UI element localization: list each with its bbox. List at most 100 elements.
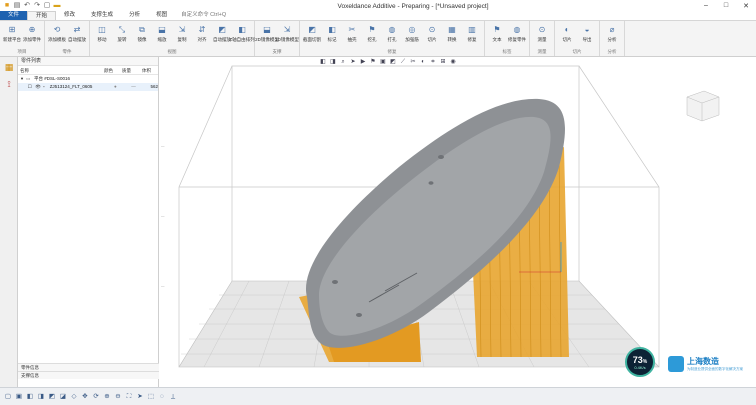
ribbon-group: ⚑ 文本 ◍ 修复零件 标签 bbox=[485, 21, 530, 56]
pan-icon[interactable]: ✥ bbox=[81, 393, 89, 401]
bottom-view-icon[interactable]: ◪ bbox=[59, 393, 67, 401]
col-volume[interactable]: 体积 bbox=[140, 66, 158, 74]
left-view-icon[interactable]: ◧ bbox=[26, 393, 34, 401]
ribbon-group: ◩ 截面切割 ◧ 标记 ✂ 抽壳 ⚑ 挖孔 ◍ 打孔 ◎ 加强筋 ⊙ 切片 ▦ 转换 ▥ 修复 修复 bbox=[300, 21, 485, 56]
ribbon-button-icon: ⌀ bbox=[609, 25, 615, 34]
part-name: ZJ513124_FLT_0605 bbox=[49, 84, 93, 89]
ribbon-button-label: 文本 bbox=[492, 37, 502, 42]
redo-icon[interactable]: ↷ bbox=[33, 2, 41, 10]
brand-logo: 上海数造 为制造业提供全面的数字化解决方案 bbox=[668, 353, 754, 375]
ribbon-button-icon: ⤡ bbox=[118, 24, 126, 34]
tab-view[interactable]: 视图 bbox=[148, 11, 175, 20]
minimize-icon[interactable]: – bbox=[696, 2, 716, 10]
svg-text:—: — bbox=[161, 284, 165, 288]
3d-viewport[interactable]: ◧ ◨ ⌕ ➤ ▶ ⚑ ▣ ◩ ⟋ ✂ ◐ ⌗ ⊞ ◉ — — — bbox=[159, 57, 756, 387]
tab-support[interactable]: 支撑生成 bbox=[83, 11, 121, 20]
checkbox[interactable]: ☐ bbox=[28, 83, 36, 91]
progress-badge: 73% 0.4K/s bbox=[625, 347, 655, 377]
ribbon-group-label: 标签 bbox=[502, 49, 512, 54]
part-info-section[interactable]: 零件信息 bbox=[18, 363, 159, 371]
table-row[interactable]: ☐ 👁 ▪ ZJ513124_FLT_0605 ● — 562 bbox=[18, 83, 158, 91]
height-ruler: — — — bbox=[161, 144, 165, 288]
ribbon-tabs: 文件 开始 修改 支撑生成 分析 视图 自定义命令 Ctrl+Q bbox=[0, 11, 756, 21]
ribbon-button-icon: ⊞ bbox=[8, 25, 16, 34]
ribbon-button-label: 挖孔 bbox=[367, 37, 377, 42]
part-color: ● bbox=[114, 84, 117, 89]
tab-modify[interactable]: 修改 bbox=[56, 11, 83, 20]
svg-text:—: — bbox=[161, 144, 165, 148]
rotate-icon[interactable]: ⟳ bbox=[92, 393, 100, 401]
top-view-icon[interactable]: ◩ bbox=[48, 393, 56, 401]
ribbon-button-label: 自动摆放 bbox=[213, 37, 231, 42]
right-view-icon[interactable]: ◨ bbox=[37, 393, 45, 401]
ribbon-button-label: 添加零件 bbox=[23, 37, 41, 42]
back-view-icon[interactable]: ▣ bbox=[15, 393, 23, 401]
ribbon-button-label: 分析 bbox=[607, 37, 617, 42]
table-row[interactable]: ▾ ▭ 平台 #DSL-S0016 bbox=[18, 75, 158, 83]
quick-access-toolbar: ■ ▤ ↶ ↷ ▢ ▬ bbox=[0, 2, 130, 10]
ribbon-button-label: 转换 bbox=[447, 37, 457, 42]
visibility-icon[interactable]: 👁 bbox=[35, 83, 43, 91]
ribbon-button-icon: ⚑ bbox=[368, 25, 376, 34]
platform-name: 平台 #DSL-S0016 bbox=[34, 76, 71, 81]
tab-analyze[interactable]: 分析 bbox=[121, 11, 148, 20]
view-cube[interactable] bbox=[686, 90, 720, 122]
ribbon-button-label: 导出 bbox=[582, 37, 592, 42]
ribbon-group-label: 测量 bbox=[537, 49, 547, 54]
ribbon-group-label: 修复 bbox=[387, 49, 397, 54]
zoom-out-icon[interactable]: ⊖ bbox=[114, 393, 122, 401]
tab-start[interactable]: 开始 bbox=[27, 11, 57, 20]
ribbon-button-icon: ⊙ bbox=[428, 25, 436, 34]
ribbon-group: ◐ 切片 ◒ 导出 切片 bbox=[555, 21, 600, 56]
col-name[interactable]: 名称 bbox=[18, 66, 102, 74]
new-file-icon[interactable]: ▢ bbox=[43, 2, 51, 10]
box-select-icon[interactable]: ⬚ bbox=[147, 393, 155, 401]
ribbon-button-label: 添加模板 bbox=[48, 37, 66, 42]
save-icon[interactable]: ▤ bbox=[13, 2, 21, 10]
logo-mark-icon bbox=[668, 356, 684, 372]
ribbon-group: ⊞ 新建平台 ⊕ 添加零件 项目 bbox=[0, 21, 45, 56]
close-icon[interactable]: ✕ bbox=[736, 2, 756, 10]
col-mass[interactable]: 质量 bbox=[120, 66, 140, 74]
open-folder-icon[interactable]: ▬ bbox=[53, 2, 61, 10]
ribbon-group: ⟲ 添加模板 ⇄ 自动摆放 零件 bbox=[45, 21, 90, 56]
select-arrow-icon[interactable]: ➤ bbox=[136, 393, 144, 401]
iso-view-icon[interactable]: ◇ bbox=[70, 393, 78, 401]
ribbon-button-icon: ⇄ bbox=[73, 25, 81, 34]
app-icon: ■ bbox=[4, 2, 10, 9]
parts-list-icon[interactable]: ▦ bbox=[3, 62, 15, 74]
ribbon-button-label: 对齐 bbox=[197, 37, 207, 42]
ribbon-button-label: 缩放 bbox=[157, 37, 167, 42]
left-sidebar: ▦ ⟟ bbox=[0, 57, 18, 387]
svg-text:—: — bbox=[161, 214, 165, 218]
command-search-hint[interactable]: 自定义命令 Ctrl+Q bbox=[181, 11, 226, 20]
ribbon-button-label: 标记 bbox=[327, 37, 337, 42]
ribbon-button-icon: ⊙ bbox=[538, 25, 546, 34]
ribbon-button-icon: ⇲ bbox=[178, 25, 186, 34]
expand-icon[interactable]: ▾ bbox=[18, 75, 26, 83]
ribbon-button-icon: ◩ bbox=[308, 25, 316, 34]
support-tree-icon[interactable]: ⟟ bbox=[3, 79, 15, 91]
ribbon-group: ⬓ 2D镜像模型 ⇲ 3D镜像模型 支撑 bbox=[255, 21, 300, 56]
ribbon-button-icon: ⚑ bbox=[493, 25, 501, 34]
ribbon-button-icon: ⬓ bbox=[263, 25, 271, 34]
measure-icon[interactable]: ⟂ bbox=[169, 393, 177, 401]
fit-icon[interactable]: ⛶ bbox=[125, 393, 133, 401]
ribbon-button-label: 切片 bbox=[562, 37, 572, 42]
zoom-in-icon[interactable]: ⊕ bbox=[103, 393, 111, 401]
platform-icon: ▭ bbox=[26, 76, 31, 81]
ribbon-group: ⊙ 测量 测量 bbox=[530, 21, 555, 56]
ribbon-button-label: 移动 bbox=[97, 37, 107, 42]
ribbon-button-label: 切片 bbox=[427, 37, 437, 42]
front-view-icon[interactable]: ▢ bbox=[4, 393, 12, 401]
maximize-icon[interactable]: □ bbox=[716, 2, 736, 10]
ribbon-group-label: 项目 bbox=[17, 49, 27, 54]
tab-file[interactable]: 文件 bbox=[0, 11, 28, 20]
support-info-section[interactable]: 支撑信息 bbox=[18, 371, 159, 379]
column-header: 名称 颜色 质量 体积 bbox=[18, 66, 158, 75]
ribbon-button-icon: ◐ bbox=[564, 25, 570, 34]
lasso-icon[interactable]: ◌ bbox=[158, 393, 166, 401]
col-color[interactable]: 颜色 bbox=[102, 66, 120, 74]
window-controls: – □ ✕ bbox=[696, 2, 756, 10]
undo-icon[interactable]: ↶ bbox=[23, 2, 31, 10]
